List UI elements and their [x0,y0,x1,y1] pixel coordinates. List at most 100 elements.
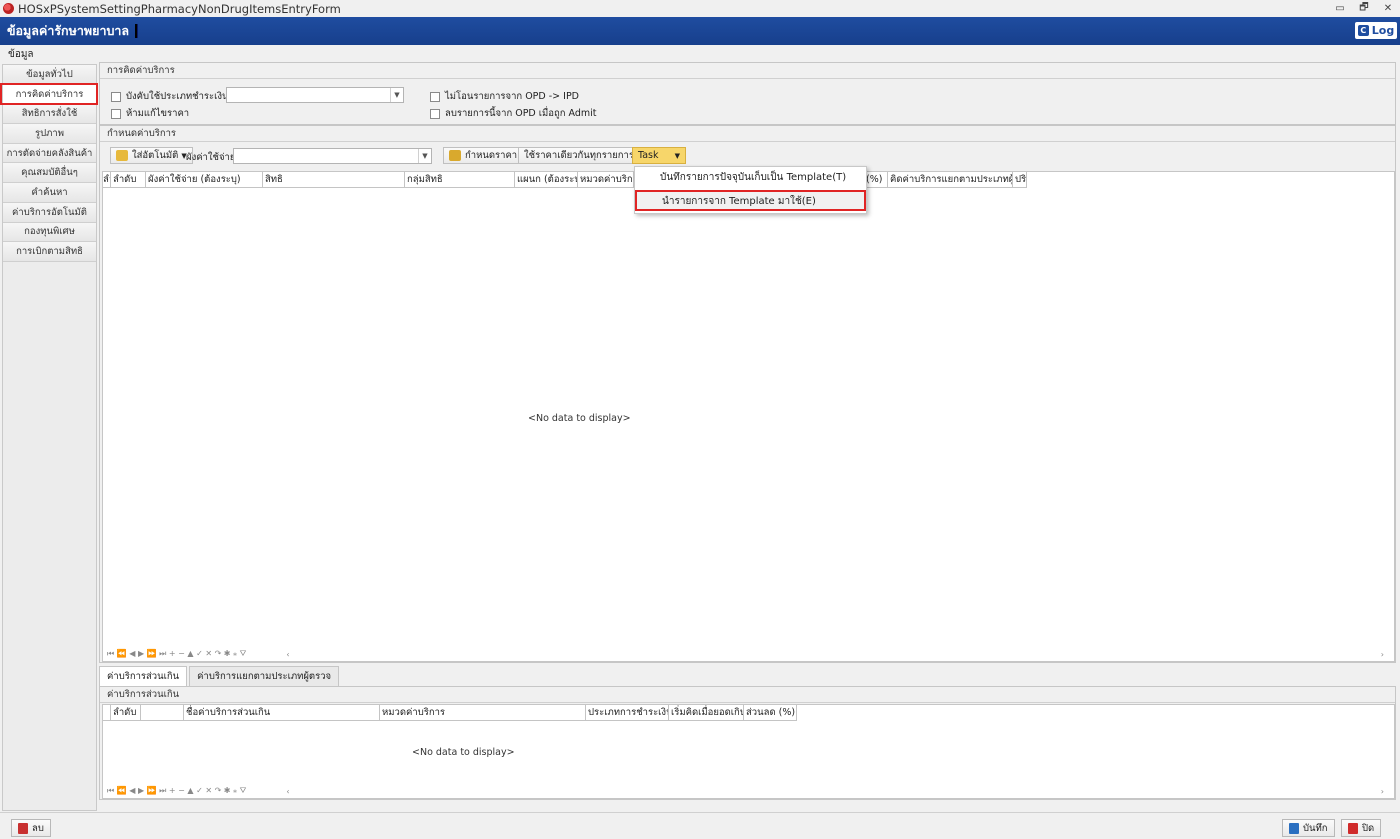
scroll-right-icon[interactable]: › [1381,650,1384,659]
expense-chart-select[interactable]: ▼ [233,148,432,164]
save-button[interactable]: บันทึก [1282,819,1335,837]
menu-item-load-template[interactable]: นำรายการจาก Template มาใช้(E) [635,190,866,211]
chevron-down-icon: ▼ [418,149,431,163]
close-label: ปิด [1362,822,1375,834]
app-icon [3,3,14,14]
restore-icon[interactable]: 🗗 [1352,0,1376,17]
set-price-button[interactable]: กำหนดราคา [443,147,524,164]
sidebar-item-images[interactable]: รูปภาพ [3,124,96,144]
delete-button[interactable]: ลบ [11,819,51,837]
sidebar-item-claims[interactable]: การเบิกตามสิทธิ [3,242,96,262]
excess-charges-empty: <No data to display> [412,747,515,758]
form-header: ข้อมูลค่ารักษาพยาบาล C Log [0,17,1400,45]
service-grid-navigator[interactable]: ⏮ ⏪ ◀ ▶ ⏩ ⏭ + − ▲ ✓ ✕ ↷ ✱ ⁎ ⛛ ‹ › [103,647,1394,661]
no-transfer-opd-ipd-checkbox[interactable]: ไม่โอนรายการจาก OPD -> IPD [430,89,579,104]
sidebar-item-special-fund[interactable]: กองทุนพิเศษ [3,222,96,243]
close-icon [1348,822,1358,834]
service-grid: ลำดับ ลำดับ ผังค่าใช้จ่าย (ต้องระบุ) สิท… [102,171,1395,662]
footer-bar: ลบ บันทึก ปิด [0,812,1400,839]
column-header[interactable]: (%) [864,172,888,188]
checkbox-label: ลบรายการนี้จาก OPD เมื่อถูก Admit [445,108,597,119]
excess-charges-group: ค่าบริการส่วนเกิน ลำดับ ชื่อค่าบริการส่ว… [99,686,1396,800]
bottom-tabs: ค่าบริการส่วนเกิน ค่าบริการแยกตามประเภทผ… [99,666,341,686]
form-title: ข้อมูลค่ารักษาพยาบาล [7,23,130,38]
save-label: บันทึก [1303,822,1328,834]
expense-chart-label: ผังค่าใช้จ่าย [186,152,236,163]
auto-fill-label: ใส่อัตโนมัติ [132,150,179,161]
column-header[interactable]: ลำดับ [103,172,111,188]
log-icon: C [1357,25,1369,36]
sidebar: ข้อมูลทั่วไป การคิดค่าบริการ สิทธิการสั่… [2,64,97,811]
tab-excess-charges[interactable]: ค่าบริการส่วนเกิน [99,666,188,686]
column-header[interactable]: สิทธิ [263,172,405,188]
column-header[interactable]: เริ่มคิดเมื่อยอดเกิน [669,705,744,721]
menu-bar: ข้อมูล [0,45,1400,61]
column-header[interactable]: หมวดค่าบริการ [380,705,586,721]
log-button[interactable]: C Log [1355,22,1397,39]
close-button[interactable]: ปิด [1341,819,1382,837]
checkbox-box [430,108,440,119]
menu-item-save-template[interactable]: บันทึกรายการปัจจุบันเก็บเป็น Template(T) [635,168,866,189]
delete-icon [18,822,28,834]
force-payment-type-checkbox[interactable]: บังคับใช้ประเภทชำระเงิน [111,89,229,104]
checkbox-box [430,91,440,102]
minimize-icon[interactable]: ▭ [1328,0,1352,17]
sidebar-item-general[interactable]: ข้อมูลทั่วไป [3,65,96,85]
payment-type-select[interactable]: ▼ [226,87,404,103]
column-header[interactable]: ประเภทการชำระเงิน [586,705,669,721]
checkbox-label: ห้ามแก้ไขราคา [126,108,190,119]
column-header[interactable]: หมวดค่าบริการ [578,172,634,188]
column-header[interactable] [103,705,111,721]
chevron-down-icon: ▼ [390,88,403,102]
menu-item-data[interactable]: ข้อมูล [8,47,34,62]
navigator-buttons[interactable]: ⏮ ⏪ ◀ ▶ ⏩ ⏭ + − ▲ ✓ ✕ ↷ ✱ ⁎ ⛛ [107,786,246,796]
checkbox-label: ไม่โอนรายการจาก OPD -> IPD [445,91,580,102]
scroll-left-icon[interactable]: ‹ [286,650,289,659]
title-caret [135,24,139,38]
column-header[interactable]: ส่วนลด (%) [744,705,797,721]
excess-charges-navigator[interactable]: ⏮ ⏪ ◀ ▶ ⏩ ⏭ + − ▲ ✓ ✕ ↷ ✱ ⁎ ⛛ ‹ › [103,784,1394,798]
same-price-all-button[interactable]: ใช้ราคาเดียวกันทุกรายการ [518,147,640,164]
column-header[interactable] [141,705,184,721]
sidebar-item-search-terms[interactable]: คำค้นหา [3,183,96,203]
sidebar-highlight-box [0,83,98,105]
column-header[interactable]: ลำดับ [111,705,141,721]
task-label: Task [638,150,659,161]
chevron-down-icon: ▼ [674,151,680,160]
delete-label: ลบ [32,822,44,834]
window-controls: ▭ 🗗 ✕ [1328,0,1400,17]
column-header[interactable]: ลำดับ [111,172,146,188]
save-icon [1289,822,1299,834]
close-icon[interactable]: ✕ [1376,0,1400,17]
column-header[interactable]: แผนก (ต้องระบุ) [515,172,578,188]
scroll-right-icon[interactable]: › [1381,787,1384,796]
column-header[interactable]: ปริ [1013,172,1027,188]
navigator-buttons[interactable]: ⏮ ⏪ ◀ ▶ ⏩ ⏭ + − ▲ ✓ ✕ ↷ ✱ ⁎ ⛛ [107,649,246,659]
auto-fill-button[interactable]: ใส่อัตโนมัติ ▼ [110,147,193,164]
checkbox-box [111,108,121,119]
excess-charges-grid-header: ลำดับ ชื่อค่าบริการส่วนเกิน หมวดค่าบริกา… [103,705,797,721]
billing-group: การคิดค่าบริการ บังคับใช้ประเภทชำระเงิน … [99,62,1396,125]
sidebar-item-other-properties[interactable]: คุณสมบัติอื่นๆ [3,163,96,184]
sidebar-item-auto-service[interactable]: ค่าบริการอัตโนมัติ [3,202,96,223]
checkbox-box [111,91,121,102]
delete-opd-on-admit-checkbox[interactable]: ลบรายการนี้จาก OPD เมื่อถูก Admit [430,106,596,121]
column-header[interactable]: กลุ่มสิทธิ [405,172,515,188]
service-grid-empty: <No data to display> [528,413,631,424]
sidebar-item-usage-rights[interactable]: สิทธิการสั่งใช้ [3,104,96,125]
window-title: HOSxPSystemSettingPharmacyNonDrugItemsEn… [18,1,341,16]
scroll-left-icon[interactable]: ‹ [286,787,289,796]
sidebar-item-stock-deduction[interactable]: การตัดจ่ายคลังสินค้า [3,143,96,164]
task-button[interactable]: Task ▼ [632,147,686,164]
column-header[interactable]: ชื่อค่าบริการส่วนเกิน [184,705,380,721]
set-price-label: กำหนดราคา [465,150,518,161]
checkbox-label: บังคับใช้ประเภทชำระเงิน [126,91,229,102]
same-price-all-label: ใช้ราคาเดียวกันทุกรายการ [524,150,634,161]
tab-charges-by-examiner[interactable]: ค่าบริการแยกตามประเภทผู้ตรวจ [189,666,340,686]
column-header[interactable]: คิดค่าบริการแยกตามประเภทผู้ต [888,172,1013,188]
window-titlebar: HOSxPSystemSettingPharmacyNonDrugItemsEn… [0,0,1400,17]
column-header[interactable]: ผังค่าใช้จ่าย (ต้องระบุ) [146,172,263,188]
task-popup-menu: บันทึกรายการปัจจุบันเก็บเป็น Template(T)… [634,166,867,214]
excess-charges-grid: ลำดับ ชื่อค่าบริการส่วนเกิน หมวดค่าบริกา… [102,704,1395,799]
no-price-edit-checkbox[interactable]: ห้ามแก้ไขราคา [111,106,189,121]
